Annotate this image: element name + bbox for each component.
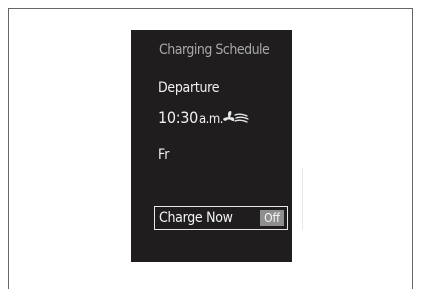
departure-time-suffix: a.m. (198, 112, 224, 127)
departure-label: Departure (158, 80, 220, 96)
fan-air-flow-icon (223, 111, 249, 123)
charge-now-label: Charge Now (159, 210, 233, 226)
charging-schedule-screen: Charging Schedule Departure 10:30 a.m. F… (131, 30, 303, 262)
departure-time: 10:30 a.m. (158, 108, 223, 130)
charge-now-status-badge: Off (260, 210, 284, 226)
departure-time-value: 10:30 (158, 108, 198, 127)
screen-title: Charging Schedule (159, 42, 270, 58)
scrollbar[interactable] (302, 168, 303, 230)
departure-day: Fr (158, 147, 170, 163)
charge-now-button[interactable]: Charge Now Off (154, 206, 288, 230)
